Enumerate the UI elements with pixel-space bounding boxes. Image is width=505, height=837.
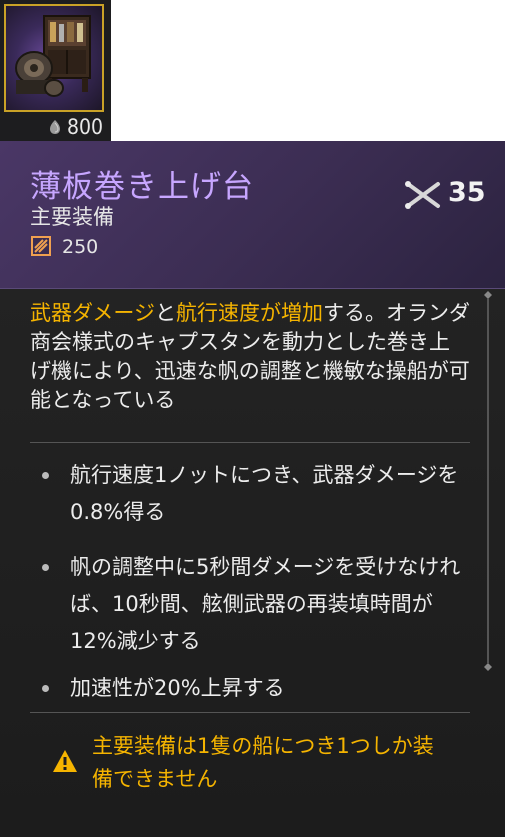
item-tooltip: 薄板巻き上げ台 主要装備 250 35 武器ダメージと航行速度が増加する。オラン…	[0, 141, 505, 837]
item-slot[interactable]: 800	[0, 0, 111, 141]
item-price: 800	[0, 112, 111, 141]
sail-stat-icon	[31, 236, 51, 256]
scrollbar-track[interactable]	[487, 299, 489, 663]
warning-text: 主要装備は1隻の船につき1つしか装備できません	[92, 734, 434, 791]
tooltip-header: 薄板巻き上げ台 主要装備 250 35	[0, 141, 505, 288]
effect-text-1: 航行速度1ノットにつき、武器ダメージを0.8%得る	[70, 463, 459, 524]
effect-bullet-1: 航行速度1ノットにつき、武器ダメージを0.8%得る	[42, 457, 472, 531]
item-description: 武器ダメージと航行速度が増加する。オランダ商会様式のキャプスタンを動力とした巻き…	[30, 299, 470, 415]
item-category: 主要装備	[30, 205, 114, 229]
scrollbar[interactable]	[484, 291, 492, 671]
item-price-value: 800	[66, 114, 103, 139]
coin-icon	[49, 119, 60, 134]
item-stat-value: 250	[62, 236, 99, 258]
bullet-dot	[42, 685, 49, 692]
item-rating: 35	[448, 177, 486, 208]
description-divider	[30, 442, 470, 443]
item-thumbnail[interactable]	[4, 4, 104, 112]
warning-triangle-icon	[53, 750, 77, 772]
capstan-winch-image	[15, 15, 91, 97]
item-title: 薄板巻き上げ台	[30, 169, 254, 205]
effect-text-2: 帆の調整中に5秒間ダメージを受けなければ、10秒間、舷側武器の再装填時間が12%…	[70, 555, 461, 653]
desc-highlight-speed: 航行速度が増加	[175, 301, 323, 325]
scroll-cap-top-icon	[484, 291, 492, 299]
bullet-dot	[42, 472, 49, 479]
effect-bullet-2: 帆の調整中に5秒間ダメージを受けなければ、10秒間、舷側武器の再装填時間が12%…	[42, 549, 472, 660]
bullet-dot	[42, 564, 49, 571]
scroll-cap-bottom-icon	[484, 663, 492, 671]
crossed-cannons-icon	[405, 181, 440, 209]
tooltip-body[interactable]: 武器ダメージと航行速度が増加する。オランダ商会様式のキャプスタンを動力とした巻き…	[0, 289, 505, 837]
warning-divider	[30, 712, 470, 713]
equip-limit-warning: 主要装備は1隻の船につき1つしか装備できません	[0, 714, 480, 837]
effect-text-3: 加速性が20%上昇する	[70, 676, 285, 700]
desc-highlight-weapon-damage: 武器ダメージ	[30, 301, 155, 325]
effect-bullet-3: 加速性が20%上昇する	[42, 670, 472, 707]
desc-text-connector: と	[154, 301, 176, 325]
